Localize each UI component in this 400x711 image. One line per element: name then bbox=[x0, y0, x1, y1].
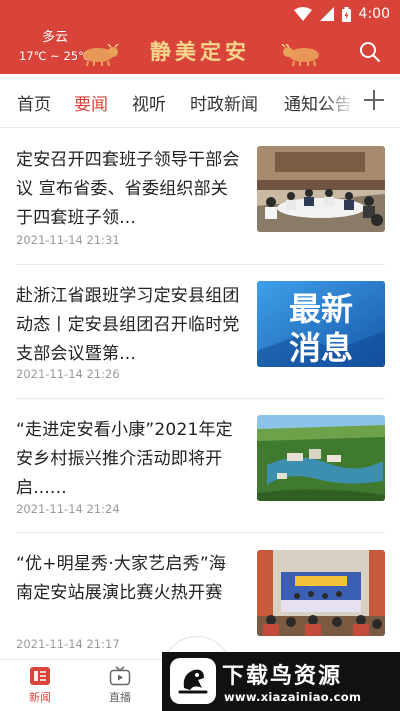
nav-live[interactable]: 直播 bbox=[90, 666, 150, 705]
news-thumbnail-stage bbox=[257, 550, 385, 636]
news-thumbnail-latest: 最新 消息 bbox=[257, 281, 385, 367]
news-date: 2021-11-14 21:31 bbox=[16, 233, 120, 247]
news-list-item[interactable]: “走进定安看小康”2021年定安乡村振兴推介活动即将开启...... 2021-… bbox=[0, 398, 400, 531]
status-bar: 4:00 bbox=[293, 5, 390, 23]
battery-icon bbox=[341, 6, 351, 22]
add-tab-icon[interactable] bbox=[362, 88, 386, 112]
watermark-banner: 下载鸟资源 www.xiazainiao.com bbox=[162, 652, 400, 711]
category-tabs: 首页 要闻 视听 时政新闻 通知公告 bbox=[0, 74, 400, 128]
news-thumbnail-aerial bbox=[257, 415, 385, 501]
news-list-item[interactable]: 赴浙江省跟班学习定安县组团动态丨定安县组团召开临时党支部会议暨第... 2021… bbox=[0, 264, 400, 397]
nav-live-label: 直播 bbox=[109, 691, 131, 704]
tab-headlines[interactable]: 要闻 bbox=[74, 90, 108, 115]
latest-news-graphic-text-bottom: 消息 bbox=[289, 329, 353, 367]
nav-news-label: 新闻 bbox=[29, 691, 51, 704]
wifi-icon bbox=[293, 7, 312, 21]
news-date: 2021-11-14 21:26 bbox=[16, 367, 120, 381]
tab-politics-news[interactable]: 时政新闻 bbox=[190, 90, 258, 115]
search-icon[interactable] bbox=[358, 40, 382, 64]
news-date: 2021-11-14 21:24 bbox=[16, 502, 120, 516]
tab-audio-video[interactable]: 视听 bbox=[132, 90, 166, 115]
watermark-logo-icon bbox=[170, 658, 216, 704]
signal-icon bbox=[319, 7, 334, 21]
nav-news[interactable]: 新闻 bbox=[10, 666, 70, 705]
news-list-item[interactable]: 定安召开四套班子领导干部会议 宣布省委、省委组织部关于四套班子领... 2021… bbox=[0, 128, 400, 261]
news-date: 2021-11-14 21:17 bbox=[16, 637, 120, 651]
tab-overflow-fade bbox=[324, 74, 354, 127]
ox-decoration-icon bbox=[281, 44, 319, 66]
app-header: 4:00 多云 17℃ ~ 25℃ 静美定安 bbox=[0, 0, 400, 74]
watermark-url: www.xiazainiao.com bbox=[224, 690, 362, 704]
news-title: 赴浙江省跟班学习定安县组团动态丨定安县组团召开临时党支部会议暨第... bbox=[16, 286, 240, 364]
news-title: “走进定安看小康”2021年定安乡村振兴推介活动即将开启...... bbox=[16, 420, 233, 498]
tv-icon bbox=[109, 666, 131, 686]
status-time: 4:00 bbox=[358, 6, 390, 22]
tab-home[interactable]: 首页 bbox=[17, 90, 51, 115]
app-brand-title: 静美定安 bbox=[150, 39, 250, 64]
news-title: “优+明星秀·大家艺启秀”海南定安站展演比赛火热开赛 bbox=[16, 554, 227, 603]
watermark-title: 下载鸟资源 bbox=[222, 664, 343, 689]
news-icon bbox=[30, 667, 50, 685]
news-title: 定安召开四套班子领导干部会议 宣布省委、省委组织部关于四套班子领... bbox=[16, 150, 240, 228]
news-thumbnail-meeting bbox=[257, 146, 385, 232]
latest-news-graphic-text-top: 最新 bbox=[289, 290, 353, 328]
